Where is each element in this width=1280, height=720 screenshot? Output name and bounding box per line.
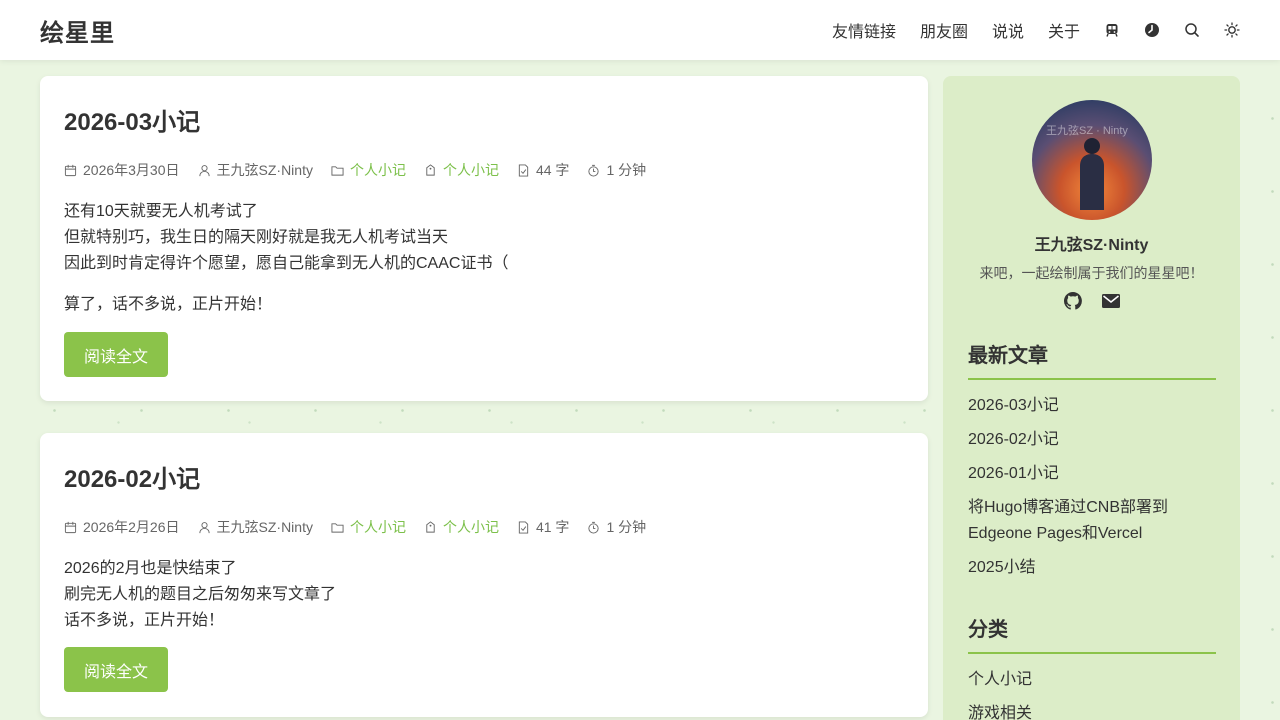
post-date: 2026年2月26日 (64, 517, 180, 537)
post-word-count: 44 字 (517, 160, 569, 180)
search-icon[interactable] (1184, 22, 1200, 38)
excerpt-line: 算了，话不多说，正片开始！ (64, 296, 273, 313)
sun-icon[interactable] (1224, 22, 1240, 38)
excerpt-line: 2026的2月也是快结束了 (64, 560, 237, 577)
excerpt-line: 但就特别巧，我生日的隔天刚好就是我无人机考试当天 (64, 229, 449, 246)
avatar-figure (1080, 138, 1104, 210)
calendar-icon (64, 521, 77, 533)
tag-icon (426, 163, 435, 176)
post-read-time: 1 分钟 (587, 517, 646, 537)
excerpt-line: 因此到时肯定得许个愿望，愿自己能拿到无人机的CAAC证书（ (64, 255, 509, 272)
folder-icon (331, 165, 344, 176)
latest-posts-list: 2026-03小记 2026-02小记 2026-01小记 将Hugo博客通过C… (968, 393, 1216, 589)
post-title[interactable]: 2026-03小记 (64, 102, 200, 137)
avatar[interactable]: 王九弦SZ · Ninty (1032, 100, 1152, 220)
post-author: 王九弦SZ·Ninty (198, 160, 313, 180)
post-card: 2026-03小记 2026年3月30日 王九弦SZ·Ninty 个人小记 个人… (40, 76, 928, 401)
sidebar: 王九弦SZ · Ninty 王九弦SZ·Ninty 来吧，一起绘制属于我们的星星… (943, 76, 1240, 720)
post-category[interactable]: 个人小记 (331, 160, 406, 180)
category-link[interactable]: 游戏相关 (968, 701, 1216, 720)
user-icon (198, 164, 210, 176)
categories-list: 个人小记 游戏相关 (968, 667, 1216, 720)
post-card: 2026-02小记 2026年2月26日 王九弦SZ·Ninty 个人小记 个人… (40, 433, 928, 717)
excerpt-line: 还有10天就要无人机考试了 (64, 203, 258, 220)
folder-icon (331, 522, 344, 533)
clock-icon[interactable] (1144, 22, 1160, 38)
mail-icon[interactable] (1101, 291, 1121, 311)
user-icon (198, 521, 210, 533)
excerpt-line: 话不多说，正片开始！ (64, 612, 225, 629)
category-link[interactable]: 个人小记 (968, 667, 1216, 693)
tag-icon (426, 520, 435, 533)
post-read-time: 1 分钟 (587, 160, 646, 180)
post-tag[interactable]: 个人小记 (424, 160, 499, 180)
nav-talks[interactable]: 说说 (992, 18, 1024, 42)
post-title[interactable]: 2026-02小记 (64, 459, 200, 494)
post-category[interactable]: 个人小记 (331, 517, 406, 537)
post-tag[interactable]: 个人小记 (424, 517, 499, 537)
read-more-button[interactable]: 阅读全文 (64, 332, 168, 377)
social-links (943, 291, 1240, 311)
latest-post-link[interactable]: 2025小结 (968, 555, 1216, 581)
nav-about[interactable]: 关于 (1048, 18, 1080, 42)
author-name: 王九弦SZ·Ninty (1034, 237, 1149, 254)
github-icon[interactable] (1063, 291, 1083, 311)
categories-heading: 分类 (968, 613, 1216, 654)
post-excerpt: 2026的2月也是快结束了 刷完无人机的题目之后匆匆来写文章了 话不多说，正片开… (64, 556, 336, 634)
timer-icon (588, 164, 600, 177)
latest-posts-heading: 最新文章 (968, 339, 1216, 380)
site-logo[interactable]: 绘星里 (40, 13, 115, 48)
nav-moments[interactable]: 朋友圈 (920, 18, 968, 42)
post-author: 王九弦SZ·Ninty (198, 517, 313, 537)
latest-post-link[interactable]: 2026-03小记 (968, 393, 1216, 419)
document-icon (518, 520, 529, 534)
excerpt-line: 刷完无人机的题目之后匆匆来写文章了 (64, 586, 337, 603)
post-meta: 2026年2月26日 王九弦SZ·Ninty 个人小记 个人小记 41 字 1 … (64, 517, 664, 537)
read-more-button[interactable]: 阅读全文 (64, 647, 168, 692)
timer-icon (588, 521, 600, 534)
post-excerpt: 还有10天就要无人机考试了 但就特别巧，我生日的隔天刚好就是我无人机考试当天 因… (64, 199, 508, 318)
site-header: 绘星里 友情链接 朋友圈 说说 关于 (0, 0, 1280, 60)
latest-post-link[interactable]: 将Hugo博客通过CNB部署到Edgeone Pages和Vercel (968, 495, 1216, 547)
latest-post-link[interactable]: 2026-02小记 (968, 427, 1216, 453)
calendar-icon (64, 164, 77, 176)
post-word-count: 41 字 (517, 517, 569, 537)
post-date: 2026年3月30日 (64, 160, 180, 180)
nav-friend-links[interactable]: 友情链接 (832, 18, 896, 42)
train-icon[interactable] (1104, 22, 1120, 38)
author-bio: 来吧，一起绘制属于我们的星星吧！ (979, 265, 1204, 281)
document-icon (518, 163, 529, 177)
main-nav: 友情链接 朋友圈 说说 关于 (808, 0, 1240, 60)
post-meta: 2026年3月30日 王九弦SZ·Ninty 个人小记 个人小记 44 字 1 … (64, 160, 664, 180)
latest-post-link[interactable]: 2026-01小记 (968, 461, 1216, 487)
